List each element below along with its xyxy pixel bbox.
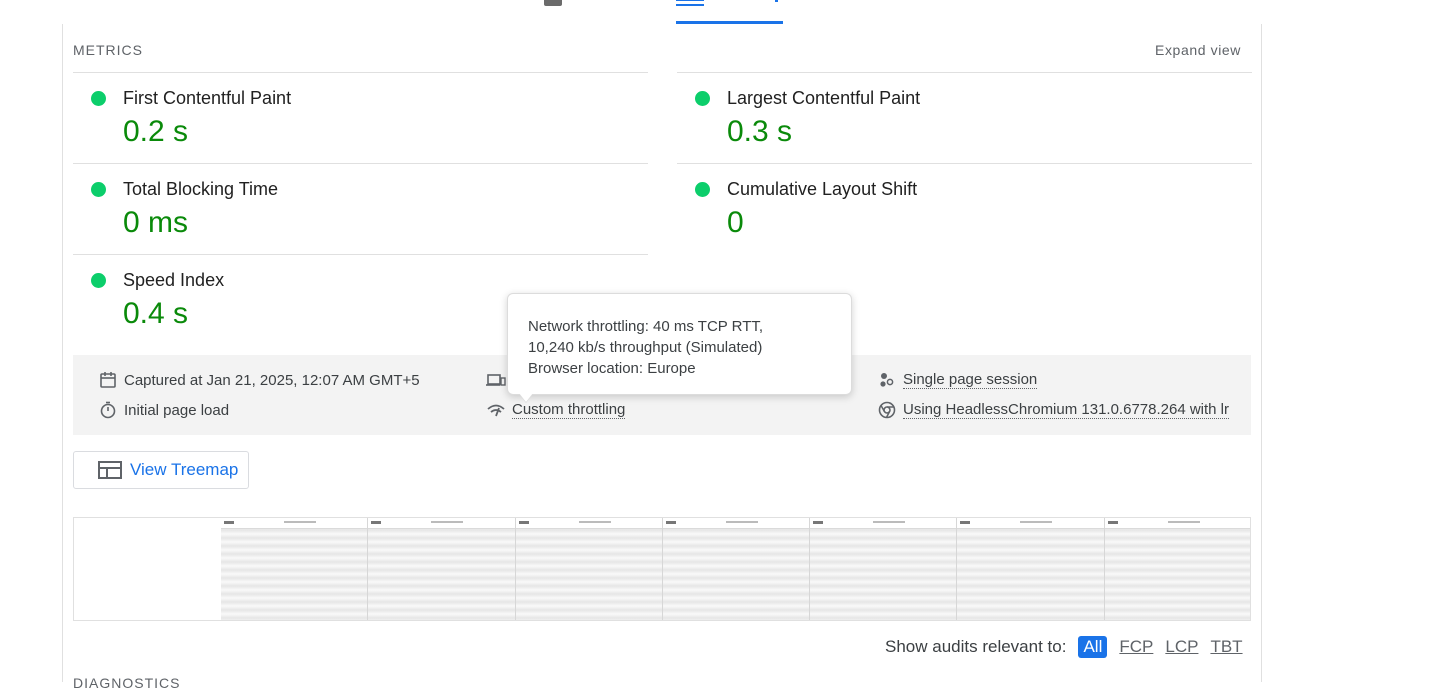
treemap-icon <box>98 461 122 479</box>
throttling-info[interactable]: Custom throttling <box>486 400 626 420</box>
treemap-label[interactable]: View Treemap <box>130 460 238 480</box>
filter-fcp[interactable]: FCP <box>1119 637 1153 657</box>
captured-info: Captured at Jan 21, 2025, 12:07 AM GMT+5 <box>98 370 420 390</box>
throttling-tooltip: Network throttling: 40 ms TCP RTT, 10,24… <box>507 293 852 395</box>
metric-cls: Cumulative Layout Shift 0 <box>677 163 1252 254</box>
filter-tbt[interactable]: TBT <box>1210 637 1242 657</box>
filmstrip-frame <box>957 518 1105 620</box>
throttling-text[interactable]: Custom throttling <box>512 401 626 419</box>
tooltip-line: Browser location: Europe <box>528 360 696 377</box>
filter-all[interactable]: All <box>1078 636 1108 658</box>
pass-indicator-icon <box>91 182 106 197</box>
audit-filter-label: Show audits relevant to: <box>885 637 1067 656</box>
tooltip-line: 10,240 kb/s throughput (Simulated) <box>528 339 763 356</box>
metric-name: Speed Index <box>123 270 225 290</box>
filmstrip-frame <box>810 518 958 620</box>
expand-view-button[interactable]: Expand view <box>1155 42 1241 58</box>
pass-indicator-icon <box>91 91 106 106</box>
report-tabs <box>0 0 1435 24</box>
session-info[interactable]: Single page session <box>877 370 1038 390</box>
filmstrip-frame <box>515 518 663 620</box>
calendar-icon <box>98 370 118 390</box>
metric-name: Total Blocking Time <box>123 179 279 199</box>
pass-indicator-icon <box>91 273 106 288</box>
document-icon[interactable] <box>544 0 562 6</box>
metric-tbt: Total Blocking Time 0 ms <box>73 163 648 254</box>
chrome-icon <box>877 400 897 420</box>
metric-value: 0.4 s <box>123 297 189 330</box>
filmstrip-frame <box>662 518 811 620</box>
timer-icon <box>98 400 118 420</box>
filmstrip-frames <box>221 518 1250 620</box>
tab-indicator <box>775 0 778 2</box>
metric-fcp: First Contentful Paint 0.2 s <box>73 72 648 163</box>
initial-load-info: Initial page load <box>98 400 229 420</box>
session-text[interactable]: Single page session <box>903 371 1038 389</box>
diagnostics-header: DIAGNOSTICS <box>73 675 181 691</box>
tooltip-arrow <box>519 393 533 402</box>
browser-text[interactable]: Using HeadlessChromium 131.0.6778.264 wi… <box>903 401 1229 419</box>
filter-lcp[interactable]: LCP <box>1165 637 1198 657</box>
people-icon <box>877 370 897 390</box>
metric-name: First Contentful Paint <box>123 88 292 108</box>
filmstrip <box>73 517 1251 621</box>
pass-indicator-icon <box>695 182 710 197</box>
filmstrip-blank-frame <box>74 518 222 620</box>
devices-icon <box>486 370 506 390</box>
metrics-header: METRICS <box>73 42 143 58</box>
browser-info[interactable]: Using HeadlessChromium 131.0.6778.264 wi… <box>877 400 1229 420</box>
metric-value: 0 ms <box>123 206 189 239</box>
metric-lcp: Largest Contentful Paint 0.3 s <box>677 72 1252 163</box>
filmstrip-frame <box>221 518 369 620</box>
pass-indicator-icon <box>695 91 710 106</box>
metric-name: Largest Contentful Paint <box>727 88 921 108</box>
initial-load-text: Initial page load <box>124 401 230 419</box>
treemap-tab-icon[interactable] <box>676 0 704 6</box>
metric-value: 0.2 s <box>123 115 189 148</box>
wifi-icon <box>486 400 506 420</box>
view-treemap-button[interactable]: View Treemap <box>73 451 249 489</box>
metric-name: Cumulative Layout Shift <box>727 179 918 199</box>
tooltip-line: Network throttling: 40 ms TCP RTT, <box>528 318 764 335</box>
metric-value: 0.3 s <box>727 115 793 148</box>
metric-value: 0 <box>727 206 744 239</box>
audit-filter: Show audits relevant to: All FCP LCP TBT <box>885 636 1243 658</box>
filmstrip-frame <box>368 518 516 620</box>
captured-text: Captured at Jan 21, 2025, 12:07 AM GMT+5 <box>124 371 420 389</box>
filmstrip-frame <box>1104 518 1250 620</box>
